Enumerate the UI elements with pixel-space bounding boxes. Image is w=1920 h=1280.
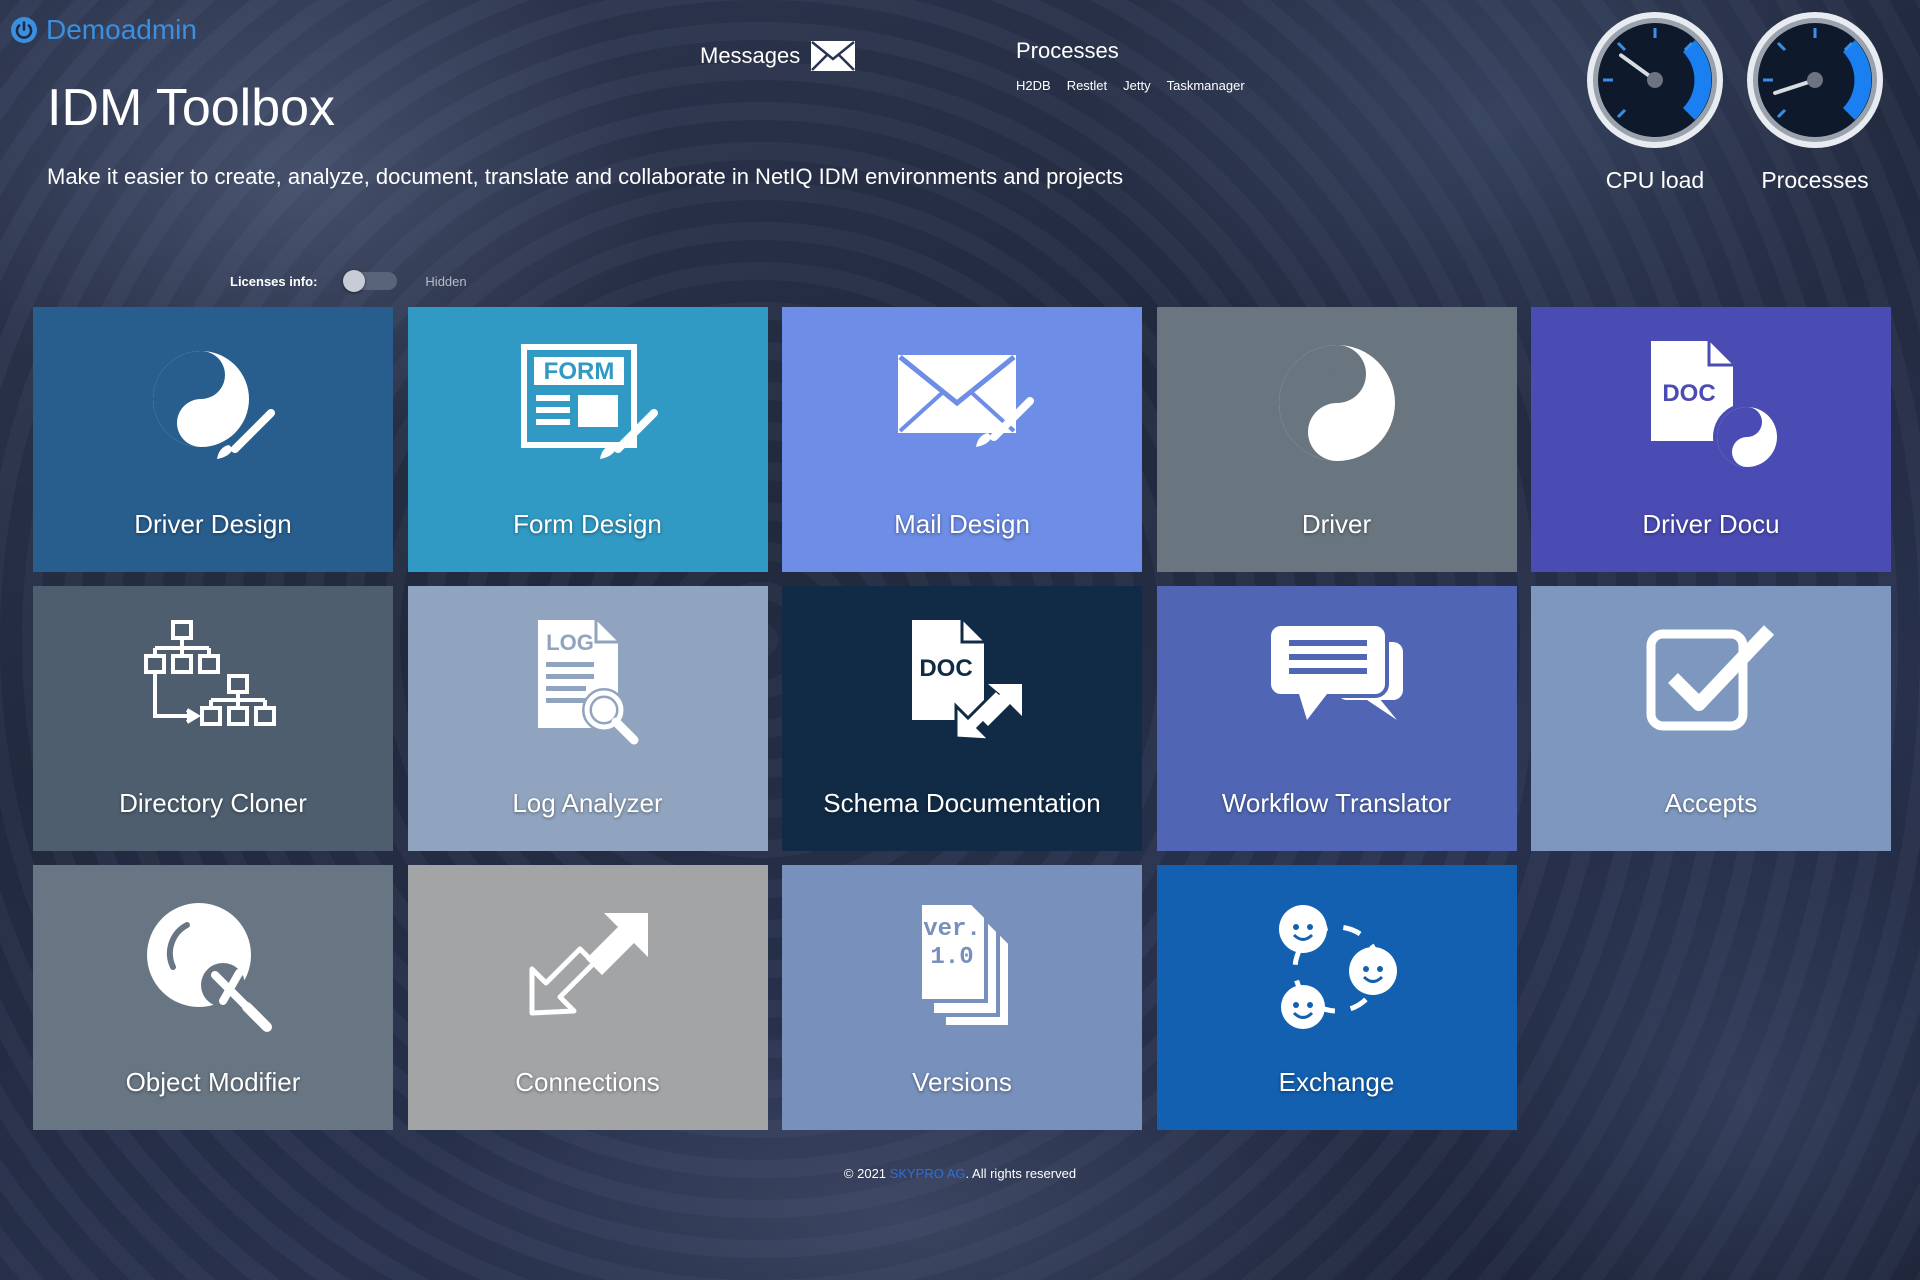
gauge-cpu-load: CPU load: [1585, 10, 1725, 194]
tile-driver-design[interactable]: Driver Design: [33, 307, 393, 572]
footer: © 2021 SKYPRO AG. All rights reserved: [0, 1166, 1920, 1181]
process-link[interactable]: Taskmanager: [1167, 78, 1245, 93]
footer-copyright: © 2021: [843, 1166, 890, 1181]
page-title: IDM Toolbox: [47, 79, 336, 137]
tile-label: Driver Docu: [1642, 509, 1780, 539]
tile-driver-docu[interactable]: DOC Driver Docu: [1531, 307, 1891, 572]
gauge-dial-icon: [1587, 12, 1723, 148]
svg-text:ver.: ver.: [923, 916, 981, 943]
versions-stack-icon: ver. 1.0: [887, 899, 1037, 1029]
tile-workflow-translator[interactable]: Workflow Translator: [1156, 586, 1517, 851]
tile-label: Schema Documentation: [823, 788, 1101, 818]
tile-log-analyzer[interactable]: LOG Log Analyzer: [407, 586, 768, 851]
user-name: Demoadmin: [46, 14, 197, 45]
envelope-icon: [811, 41, 856, 71]
checkbox-icon: [1636, 620, 1786, 750]
yin-yang-icon: [1262, 341, 1412, 471]
process-link[interactable]: H2DB: [1016, 78, 1051, 93]
arrows-connect-icon: [513, 899, 663, 1029]
toggle-knob: [343, 270, 366, 292]
messages-label: Messages: [700, 43, 801, 68]
svg-text:DOC: DOC: [919, 655, 972, 682]
tile-mail-design[interactable]: Mail Design: [782, 307, 1142, 572]
tile-object-modifier[interactable]: Object Modifier: [33, 865, 393, 1130]
gauge-processes: Processes: [1745, 10, 1885, 194]
gauge-label: CPU load: [1605, 167, 1705, 193]
svg-text:1.0: 1.0: [930, 944, 973, 971]
gauge-label: Processes: [1761, 167, 1869, 193]
tile-label: Driver: [1301, 509, 1372, 539]
tile-schema-documentation[interactable]: DOC Schema Documentation: [782, 586, 1142, 851]
processes-title: Processes: [1016, 38, 1119, 63]
tile-accepts[interactable]: Accepts: [1531, 586, 1891, 851]
tree-copy-icon: [138, 620, 288, 750]
tile-label: Exchange: [1278, 1067, 1395, 1097]
yin-yang-brush-icon: [138, 341, 288, 471]
doc-export-icon: DOC: [887, 620, 1037, 750]
chat-bubbles-icon: [1262, 620, 1412, 750]
mail-brush-icon: [887, 341, 1037, 471]
tile-label: Log Analyzer: [512, 788, 663, 818]
tile-driver[interactable]: Driver: [1156, 307, 1517, 572]
tile-versions[interactable]: ver. 1.0 Versions: [782, 865, 1142, 1130]
tile-connections[interactable]: Connections: [407, 865, 768, 1130]
tile-label: Mail Design: [894, 509, 1030, 539]
tile-label: Accepts: [1664, 788, 1758, 818]
tile-directory-cloner[interactable]: Directory Cloner: [33, 586, 393, 851]
tile-form-design[interactable]: FORM Form Design: [407, 307, 768, 572]
tile-exchange[interactable]: Exchange: [1156, 865, 1517, 1130]
tile-label: Driver Design: [134, 509, 292, 539]
log-search-icon: LOG: [513, 620, 663, 750]
tile-label: Directory Cloner: [119, 788, 307, 818]
object-wrench-icon: [138, 899, 288, 1032]
process-link[interactable]: Jetty: [1123, 78, 1150, 93]
tool-grid: Driver Design FORM Form Design Mail Desi…: [33, 307, 1891, 1130]
user-menu[interactable]: Demoadmin: [10, 14, 197, 46]
power-icon: [11, 17, 37, 43]
license-toggle[interactable]: [343, 270, 398, 292]
gauge-dial-icon: [1747, 12, 1883, 148]
tile-label: Form Design: [513, 509, 662, 539]
svg-text:LOG: LOG: [546, 630, 594, 655]
license-label: Licenses info:: [230, 273, 318, 289]
processes-panel: Processes H2DB Restlet Jetty Taskmanager: [1016, 38, 1245, 93]
company-link[interactable]: SKYPRO AG: [890, 1166, 966, 1181]
tile-label: Versions: [912, 1067, 1012, 1097]
svg-text:FORM: FORM: [543, 358, 614, 385]
doc-yin-yang-icon: DOC: [1636, 341, 1786, 471]
gauges: CPU load Processes: [1585, 10, 1885, 194]
footer-rights: . All rights reserved: [965, 1166, 1077, 1181]
page-subtitle: Make it easier to create, analyze, docum…: [47, 164, 1124, 189]
process-links: H2DB Restlet Jetty Taskmanager: [1016, 78, 1245, 93]
form-brush-icon: FORM: [513, 341, 663, 471]
tile-label: Connections: [515, 1067, 660, 1097]
process-link[interactable]: Restlet: [1067, 78, 1107, 93]
svg-text:DOC: DOC: [1662, 380, 1715, 407]
tile-label: Object Modifier: [125, 1067, 301, 1097]
tile-label: Workflow Translator: [1221, 788, 1452, 818]
license-info: Licenses info: Hidden: [230, 270, 467, 292]
messages-button[interactable]: Messages: [700, 40, 856, 72]
license-state: Hidden: [425, 273, 467, 289]
people-exchange-icon: [1262, 899, 1412, 1029]
